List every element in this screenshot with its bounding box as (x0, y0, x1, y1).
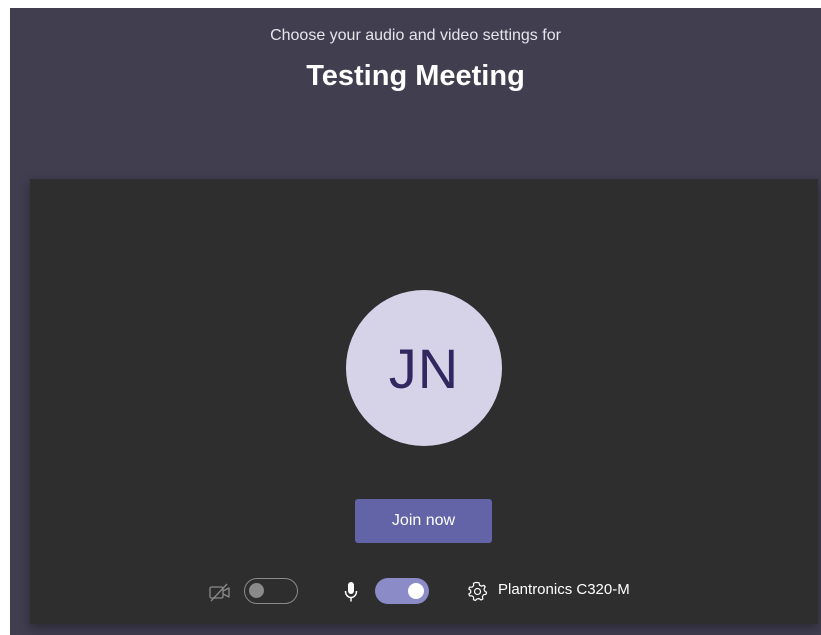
camera-toggle[interactable] (244, 578, 298, 604)
prejoin-subtitle: Choose your audio and video settings for (270, 27, 561, 44)
gear-icon[interactable] (466, 580, 488, 602)
camera-off-icon[interactable] (209, 582, 232, 602)
microphone-icon[interactable] (343, 581, 359, 603)
microphone-toggle[interactable] (375, 578, 429, 604)
prejoin-window: Choose your audio and video settings for… (10, 8, 821, 635)
avatar: JN (346, 290, 502, 446)
avatar-initials: JN (388, 336, 460, 400)
audio-device-label[interactable]: Plantronics C320-M (498, 581, 630, 598)
device-controls: Plantronics C320-M (30, 571, 818, 611)
video-preview: JN Join now Plantronics C320-M (30, 179, 818, 624)
camera-toggle-knob (249, 583, 264, 598)
join-now-button[interactable]: Join now (355, 499, 492, 543)
meeting-title: Testing Meeting (306, 60, 525, 92)
microphone-toggle-knob (408, 583, 424, 599)
